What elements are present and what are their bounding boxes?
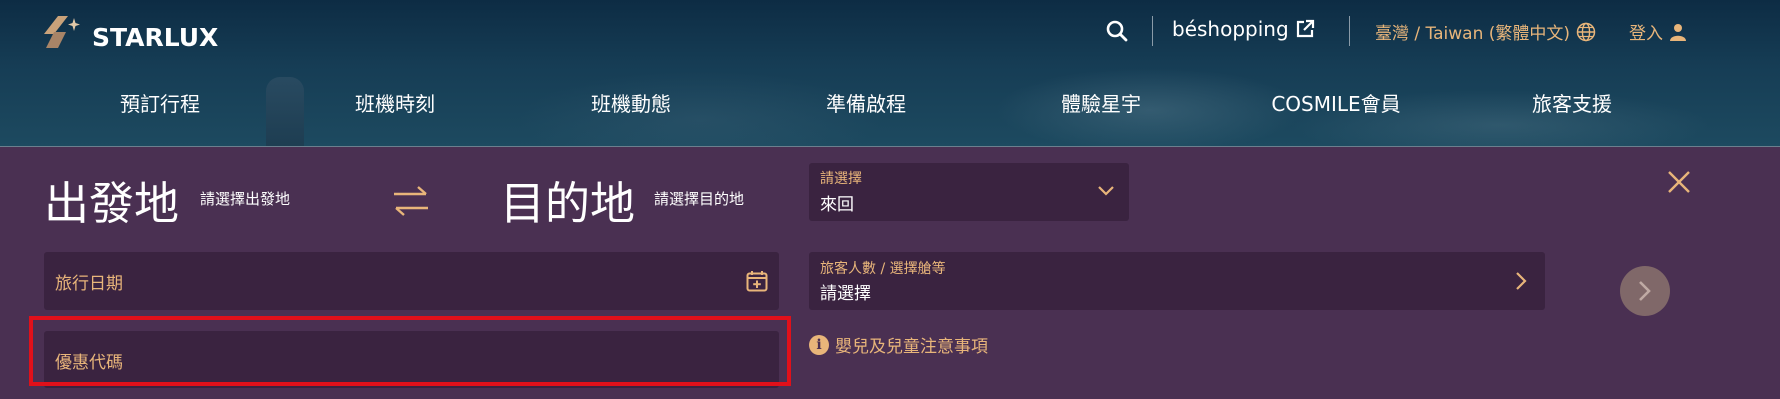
travel-date-label: 旅行日期 (55, 274, 123, 294)
booking-panel: 出發地 請選擇出發地 目的地 請選擇目的地 請選擇 來回 旅行日期 旅客人數 /… (0, 147, 1780, 399)
language-label: 臺灣 / Taiwan (繁體中文) (1375, 24, 1571, 44)
globe-icon (1576, 22, 1596, 41)
nav-item-schedule[interactable]: 班機時刻 (355, 88, 435, 117)
logo-text: STARLUX (92, 22, 219, 52)
promo-code-label: 優惠代碼 (55, 353, 123, 373)
close-icon[interactable] (1666, 169, 1692, 195)
beshopping-label: béshopping (1172, 17, 1289, 41)
passengers-cabin-value: 請選擇 (820, 284, 871, 304)
nav-item-experience[interactable]: 體驗星宇 (1061, 88, 1141, 117)
destination-hint[interactable]: 請選擇目的地 (654, 188, 744, 209)
nav-item-cosmile[interactable]: COSMILE會員 (1271, 88, 1400, 117)
swap-icon[interactable] (390, 181, 432, 221)
origin-title[interactable]: 出發地 (44, 167, 179, 232)
login-label: 登入 (1629, 24, 1663, 44)
trip-type-select[interactable]: 請選擇 來回 (809, 163, 1129, 221)
infant-child-notice-link[interactable]: i 嬰兒及兒童注意事項 (809, 332, 988, 357)
language-selector[interactable]: 臺灣 / Taiwan (繁體中文) (1375, 19, 1596, 44)
main-nav: 預訂行程 班機時刻 班機動態 準備啟程 體驗星宇 COSMILE會員 旅客支援 (0, 88, 1780, 120)
external-link-icon (1296, 19, 1314, 38)
nav-item-prepare[interactable]: 準備啟程 (826, 88, 906, 117)
divider (1349, 16, 1350, 46)
starlux-logo[interactable]: STARLUX (44, 12, 218, 52)
destination-title[interactable]: 目的地 (500, 167, 635, 232)
search-flights-button[interactable] (1620, 266, 1670, 316)
chevron-right-icon (1516, 272, 1527, 290)
nav-item-support[interactable]: 旅客支援 (1532, 88, 1612, 117)
nav-item-book[interactable]: 預訂行程 (120, 88, 200, 117)
calendar-icon (746, 271, 768, 292)
origin-hint[interactable]: 請選擇出發地 (200, 188, 290, 209)
trip-type-label: 請選擇 (820, 171, 862, 187)
promo-code-field[interactable]: 優惠代碼 (44, 331, 779, 388)
starlux-logo-mark-icon (44, 16, 80, 48)
site-header: STARLUX béshopping 臺灣 / Taiwan (繁體中文) 登入 (0, 0, 1780, 147)
infant-child-notice-label: 嬰兒及兒童注意事項 (835, 337, 988, 357)
beshopping-link[interactable]: béshopping (1172, 17, 1315, 41)
search-icon[interactable] (1105, 19, 1129, 43)
travel-date-field[interactable]: 旅行日期 (44, 252, 779, 310)
user-icon (1670, 23, 1686, 41)
divider (1152, 16, 1153, 46)
info-icon: i (809, 334, 829, 355)
chevron-down-icon (1098, 186, 1114, 196)
login-link[interactable]: 登入 (1629, 19, 1687, 44)
nav-item-flight-status[interactable]: 班機動態 (591, 88, 671, 117)
trip-type-value: 來回 (820, 195, 854, 215)
passengers-cabin-field[interactable]: 旅客人數 / 選擇艙等 請選擇 (809, 252, 1545, 310)
chevron-right-icon (1639, 281, 1651, 301)
passengers-cabin-label: 旅客人數 / 選擇艙等 (820, 261, 946, 277)
